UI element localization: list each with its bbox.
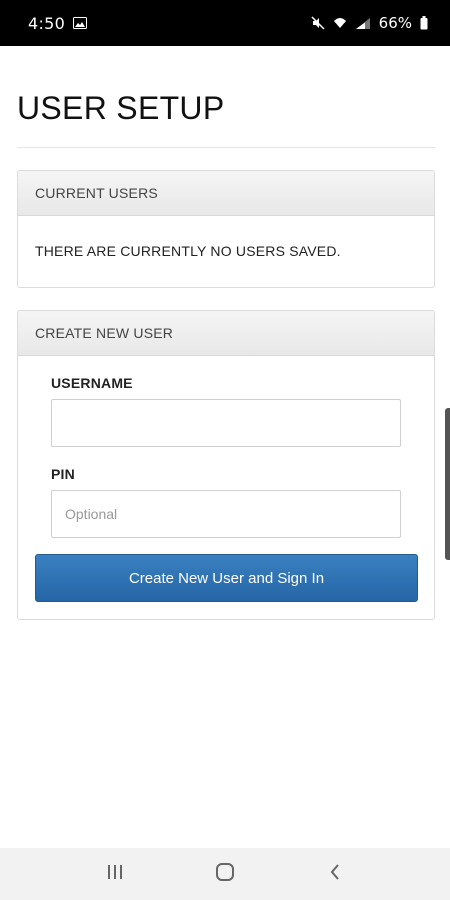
title-divider xyxy=(17,147,435,148)
image-icon xyxy=(73,17,88,29)
current-users-panel: CURRENT USERS THERE ARE CURRENTLY NO USE… xyxy=(17,170,435,288)
home-icon xyxy=(215,862,235,887)
mute-icon xyxy=(311,16,325,30)
back-button[interactable] xyxy=(305,854,365,894)
current-users-heading: CURRENT USERS xyxy=(18,171,434,216)
page-title: USER SETUP xyxy=(17,90,225,126)
wifi-icon xyxy=(333,16,347,30)
status-right: 66% xyxy=(311,14,428,32)
pin-input[interactable] xyxy=(51,490,401,538)
status-left: 4:50 xyxy=(28,13,88,33)
signal-icon xyxy=(355,17,371,29)
status-bar: 4:50 66% xyxy=(0,0,450,46)
battery-percent: 66% xyxy=(378,14,412,32)
system-nav-bar xyxy=(0,848,450,900)
recents-icon xyxy=(106,864,124,885)
battery-icon xyxy=(420,16,428,30)
create-user-panel: CREATE NEW USER USERNAME PIN Create New … xyxy=(17,310,435,620)
create-user-sign-in-button[interactable]: Create New User and Sign In xyxy=(35,554,418,602)
create-user-heading: CREATE NEW USER xyxy=(18,311,434,356)
username-label: USERNAME xyxy=(51,375,133,391)
back-icon xyxy=(328,863,342,886)
no-users-message: THERE ARE CURRENTLY NO USERS SAVED. xyxy=(35,243,341,259)
scrollbar[interactable] xyxy=(445,408,450,560)
username-input[interactable] xyxy=(51,399,401,447)
pin-label: PIN xyxy=(51,466,75,482)
status-time: 4:50 xyxy=(28,13,66,33)
recents-button[interactable] xyxy=(85,854,145,894)
main-content[interactable]: USER SETUP CURRENT USERS THERE ARE CURRE… xyxy=(0,46,450,848)
home-button[interactable] xyxy=(195,854,255,894)
